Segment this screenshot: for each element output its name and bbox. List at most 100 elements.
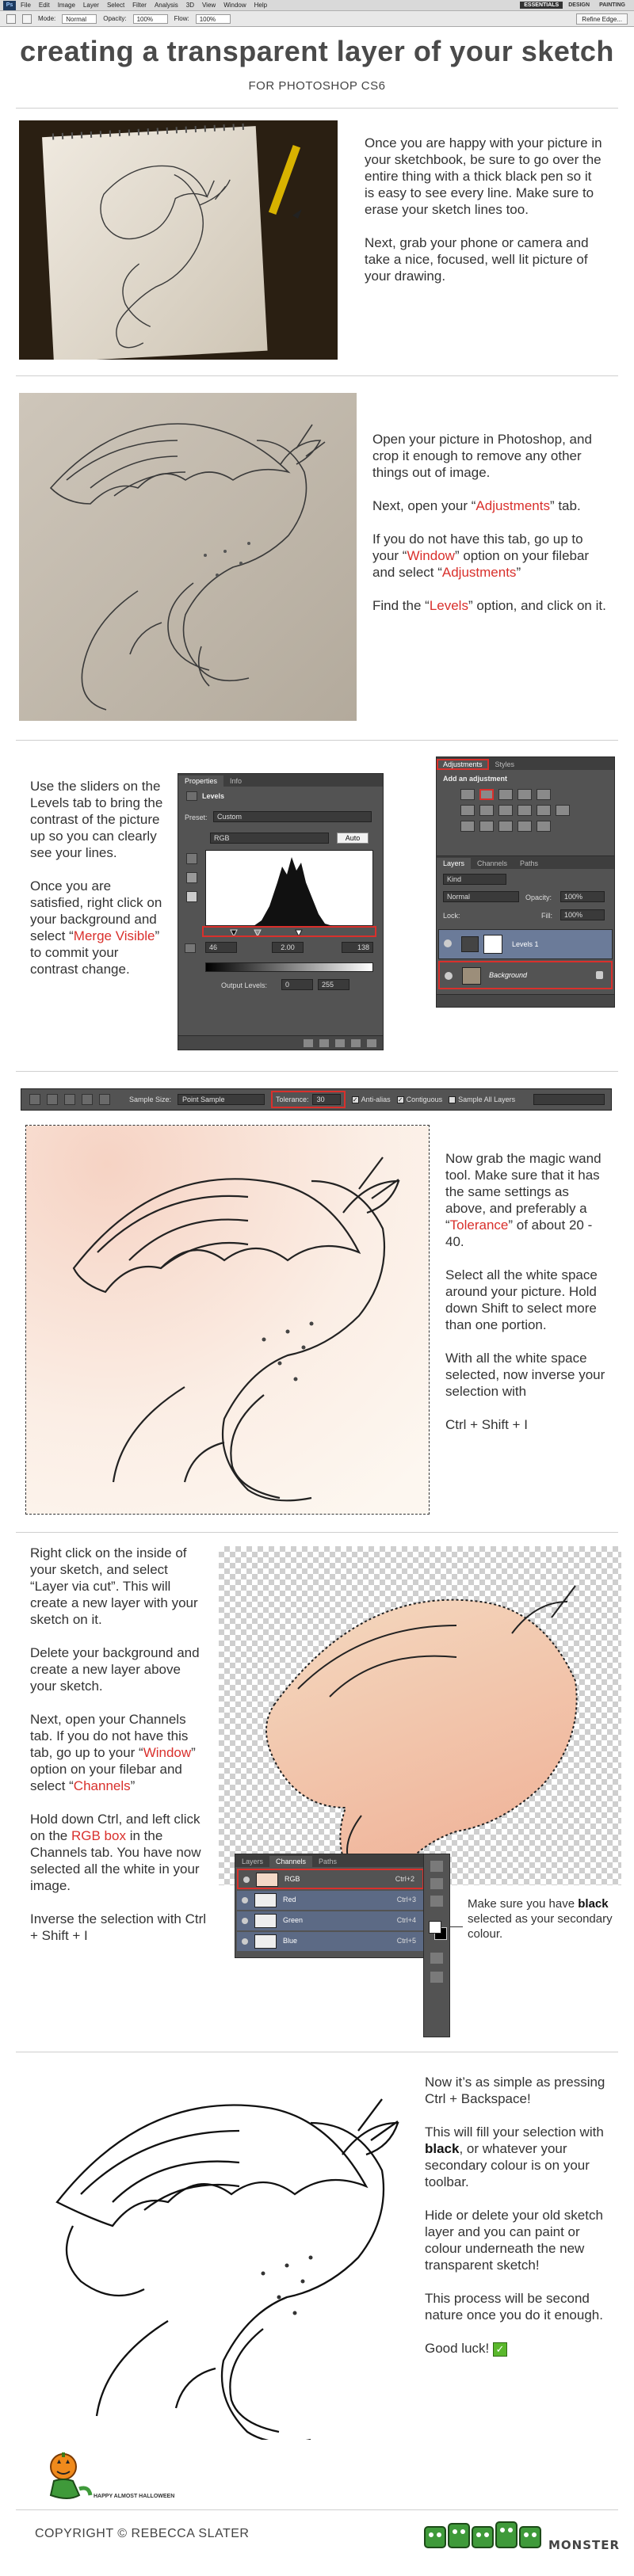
adjustment-layer-icon [461, 936, 479, 952]
tab-channels[interactable]: Channels [471, 858, 514, 869]
menu-layer[interactable]: Layer [83, 2, 99, 9]
clip-to-layer-icon[interactable] [304, 1038, 313, 1047]
input-black-field[interactable]: 46 [205, 942, 237, 953]
photo-filter-icon[interactable] [518, 805, 532, 816]
channel-row-rgb[interactable]: RGB Ctrl+2 [237, 1869, 424, 1889]
workspace-essentials[interactable]: ESSENTIALS [520, 2, 563, 9]
antialias-checkbox[interactable]: ✓ Anti-alias [351, 1096, 391, 1103]
selective-color-icon[interactable] [537, 821, 551, 832]
menu-analysis[interactable]: Analysis [155, 2, 178, 9]
eyedropper-black-icon[interactable] [186, 853, 197, 864]
sample-size-select[interactable]: Point Sample [178, 1094, 265, 1105]
menu-filter[interactable]: Filter [132, 2, 147, 9]
menu-file[interactable]: File [21, 2, 31, 9]
menu-window[interactable]: Window [223, 2, 246, 9]
zoom-tool-icon[interactable] [430, 1878, 443, 1889]
quick-mask-icon[interactable] [430, 1953, 443, 1964]
preset-select[interactable]: Custom [213, 811, 372, 822]
output-white-field[interactable]: 255 [318, 979, 349, 990]
sample-all-layers-checkbox[interactable]: Sample All Layers [449, 1096, 515, 1103]
preset-label: Preset: [185, 814, 208, 821]
add-selection-icon[interactable] [64, 1094, 75, 1105]
brightness-icon[interactable] [460, 789, 475, 800]
menu-view[interactable]: View [202, 2, 216, 9]
invert-icon[interactable] [460, 821, 475, 832]
channel-select[interactable]: RGB [210, 833, 329, 844]
output-black-field[interactable]: 0 [281, 979, 313, 990]
refine-edge-button-dark[interactable] [533, 1094, 605, 1105]
eye-icon[interactable] [242, 1897, 248, 1903]
eye-icon[interactable] [444, 939, 452, 947]
tab-adjustments[interactable]: Adjustments [437, 759, 489, 770]
black-white-icon[interactable] [498, 805, 513, 816]
channel-row-blue[interactable]: Blue Ctrl+5 [237, 1932, 424, 1951]
auto-button[interactable]: Auto [337, 833, 369, 844]
contiguous-checkbox[interactable]: ✓ Contiguous [396, 1096, 442, 1103]
tab-layers[interactable]: Layers [437, 858, 472, 869]
tab-paths[interactable]: Paths [312, 1856, 343, 1867]
reset-icon[interactable] [335, 1038, 345, 1047]
eye-icon[interactable] [242, 1918, 248, 1924]
eye-icon[interactable] [243, 1877, 250, 1883]
workspace-design[interactable]: DESIGN [564, 2, 594, 9]
foreground-color-swatch[interactable] [429, 1921, 441, 1934]
layer-thumbnail [462, 967, 481, 985]
view-previous-icon[interactable] [319, 1038, 329, 1047]
eye-icon[interactable] [242, 1938, 248, 1945]
eyedropper-tool-icon[interactable] [430, 1896, 443, 1907]
layer-row-levels[interactable]: Levels 1 [438, 929, 613, 959]
posterize-icon[interactable] [479, 821, 494, 832]
new-selection-icon[interactable] [47, 1094, 58, 1105]
curves-icon[interactable] [498, 789, 513, 800]
hand-tool-icon[interactable] [430, 1861, 443, 1872]
trash-icon[interactable] [367, 1038, 376, 1047]
refine-edge-button[interactable]: Refine Edge... [576, 13, 628, 25]
layer-row-background[interactable]: Background [438, 961, 613, 989]
vibrance-icon[interactable] [537, 789, 551, 800]
blend-mode-select[interactable]: Normal [443, 891, 519, 902]
channel-row-green[interactable]: Green Ctrl+4 [237, 1911, 424, 1930]
color-balance-icon[interactable] [479, 805, 494, 816]
menu-help[interactable]: Help [254, 2, 267, 9]
visibility-icon[interactable] [351, 1038, 361, 1047]
exposure-icon[interactable] [518, 789, 532, 800]
intersect-selection-icon[interactable] [99, 1094, 110, 1105]
tab-channels[interactable]: Channels [269, 1856, 313, 1867]
opacity-field[interactable]: 100% [132, 13, 168, 24]
subtract-selection-icon[interactable] [82, 1094, 93, 1105]
gradient-map-icon[interactable] [518, 821, 532, 832]
tab-info[interactable]: Info [223, 775, 248, 787]
menu-3d[interactable]: 3D [186, 2, 194, 9]
menu-edit[interactable]: Edit [39, 2, 50, 9]
menu-image[interactable]: Image [58, 2, 75, 9]
eye-icon[interactable] [445, 972, 453, 980]
levels-adjustment-icon[interactable] [479, 789, 494, 800]
channel-mixer-icon[interactable] [537, 805, 551, 816]
layer-filter-select[interactable]: Kind [443, 874, 506, 885]
mode-select[interactable]: Normal [62, 13, 97, 24]
tab-styles[interactable]: Styles [489, 759, 521, 770]
tab-paths[interactable]: Paths [514, 858, 544, 869]
brush-preset-icon[interactable] [6, 13, 16, 24]
workspace-painting[interactable]: PAINTING [595, 2, 629, 9]
brush-panel-icon[interactable] [22, 13, 32, 24]
tab-properties[interactable]: Properties [178, 775, 224, 787]
calculate-histogram-icon[interactable] [185, 943, 196, 953]
threshold-icon[interactable] [498, 821, 513, 832]
magic-wand-icon[interactable] [29, 1094, 40, 1105]
tolerance-field[interactable]: 30 [311, 1094, 341, 1105]
flow-field[interactable]: 100% [195, 13, 231, 24]
menu-select[interactable]: Select [107, 2, 124, 9]
tab-layers[interactable]: Layers [235, 1856, 269, 1867]
layer-opacity-field[interactable]: 100% [560, 891, 605, 902]
input-white-field[interactable]: 138 [342, 942, 373, 953]
hue-saturation-icon[interactable] [460, 805, 475, 816]
color-lookup-icon[interactable] [556, 805, 570, 816]
fill-field[interactable]: 100% [560, 909, 605, 920]
eyedropper-gray-icon[interactable] [186, 872, 197, 883]
input-gamma-field[interactable]: 2.00 [272, 942, 304, 953]
screen-mode-icon[interactable] [430, 1972, 443, 1983]
divider [16, 740, 618, 741]
channel-row-red[interactable]: Red Ctrl+3 [237, 1891, 424, 1910]
eyedropper-white-icon[interactable] [186, 891, 197, 902]
